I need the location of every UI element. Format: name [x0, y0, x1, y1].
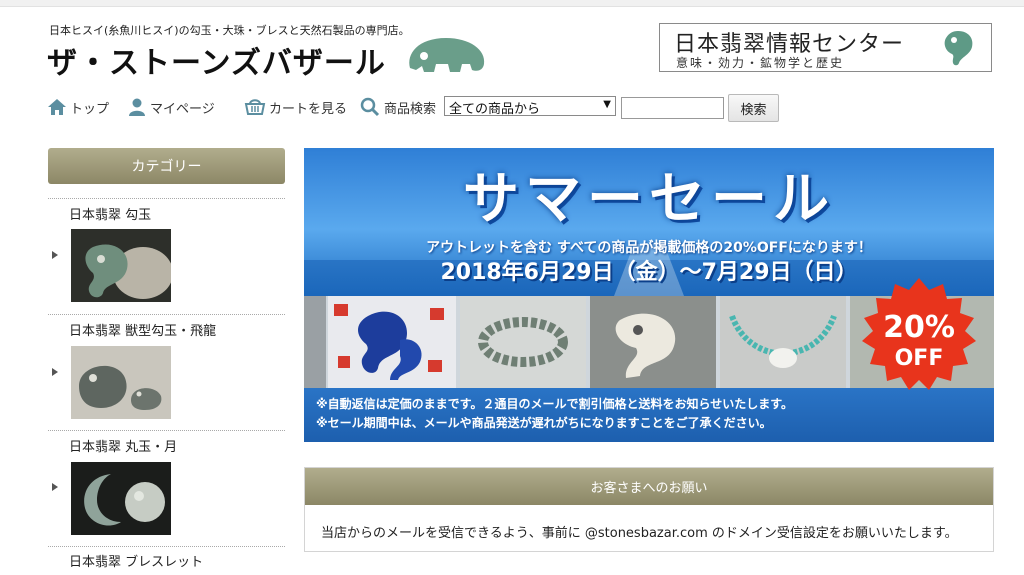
magatama-photo: [71, 229, 171, 302]
info-banner-subtitle: 意味・効力・鉱物学と歴史: [676, 56, 845, 70]
banner-photo-white-magatama: [590, 296, 716, 388]
banner-photo-bracelet: [460, 296, 586, 388]
product-search-label: 商品検索: [360, 93, 436, 121]
search-icon: [360, 97, 380, 117]
beast-magatama-photo: [71, 346, 171, 419]
nav-cart-link[interactable]: カートを見る: [244, 93, 347, 121]
category-divider: [48, 314, 285, 315]
chevron-down-icon: ▼: [603, 99, 611, 110]
banner-note-1: ※自動返信は定価のままです。２通目のメールで割引価格と送料をお知らせいたします。: [316, 397, 794, 411]
sale-title: サマーセール: [463, 167, 835, 232]
search-category-select[interactable]: 全ての商品から ▼: [444, 96, 616, 117]
nav-top-link[interactable]: トップ: [47, 93, 109, 121]
arrow-right-icon: [52, 483, 58, 491]
customer-notice-body: 当店からのメールを受信できるよう、事前に @stonesbazar.com のド…: [321, 526, 958, 541]
category-item-round-moon[interactable]: 日本翡翠 丸玉・月: [69, 436, 177, 455]
cart-icon: [244, 99, 266, 115]
nav-top-label: トップ: [70, 101, 110, 117]
jade-info-center-banner[interactable]: 日本翡翠情報センター 意味・効力・鉱物学と歴史: [659, 23, 992, 72]
category-divider: [48, 198, 285, 199]
category-divider: [48, 546, 285, 547]
banner-photo-edge: [304, 296, 326, 388]
category-thumb-round-moon[interactable]: [71, 462, 171, 535]
customer-notice-title: お客さまへのお願い: [305, 468, 993, 505]
discount-percent: 20%: [883, 310, 955, 345]
discount-badge: 20% OFF: [859, 276, 979, 396]
category-thumb-magatama[interactable]: [71, 229, 171, 302]
nav-mypage-label: マイページ: [150, 101, 215, 117]
banner-note-2: ※セール期間中は、メールや商品発送が遅れがちになりますことをご了承ください。: [316, 416, 772, 430]
customer-notice-box: お客さまへのお願い 当店からのメールを受信できるよう、事前に @stonesba…: [304, 467, 994, 552]
banner-sky-background: サマーセール アウトレットを含む すべての商品が掲載価格の20%OFFになります…: [304, 148, 994, 296]
category-header: カテゴリー: [48, 148, 285, 184]
round-moon-photo: [71, 462, 171, 535]
category-item-bracelet[interactable]: 日本翡翠 ブレスレット: [69, 551, 203, 570]
arrow-right-icon: [52, 251, 58, 259]
home-icon: [48, 99, 66, 115]
magatama-icon: [944, 31, 973, 66]
nav-cart-label: カートを見る: [269, 101, 348, 117]
category-divider: [48, 430, 285, 431]
banner-notes: ※自動返信は定価のままです。２通目のメールで割引価格と送料をお知らせいたします。…: [304, 388, 994, 442]
arrow-right-icon: [52, 368, 58, 376]
search-input[interactable]: [621, 97, 724, 119]
search-button[interactable]: 検索: [728, 94, 779, 122]
product-search-text: 商品検索: [384, 101, 437, 117]
summer-sale-banner[interactable]: サマーセール アウトレットを含む すべての商品が掲載価格の20%OFFになります…: [304, 148, 994, 442]
discount-off-label: OFF: [894, 346, 944, 371]
category-item-magatama[interactable]: 日本翡翠 勾玉: [69, 204, 151, 223]
jade-logo-icon[interactable]: [404, 34, 488, 74]
search-category-value: 全ての商品から: [449, 102, 541, 117]
browser-top-strip: [0, 0, 1024, 7]
site-logo-text[interactable]: ザ・ストーンズバザール: [47, 38, 386, 82]
site-tagline: 日本ヒスイ(糸魚川ヒスイ)の勾玉・大珠・ブレスと天然石製品の専門店。: [49, 24, 410, 37]
category-thumb-beast-magatama[interactable]: [71, 346, 171, 419]
banner-photo-necklace: [720, 296, 846, 388]
nav-mypage-link[interactable]: マイページ: [127, 93, 215, 121]
category-item-beast-magatama[interactable]: 日本翡翠 獣型勾玉・飛龍: [69, 320, 216, 339]
banner-photo-blue-magatama: [328, 296, 456, 388]
user-icon: [129, 98, 145, 116]
